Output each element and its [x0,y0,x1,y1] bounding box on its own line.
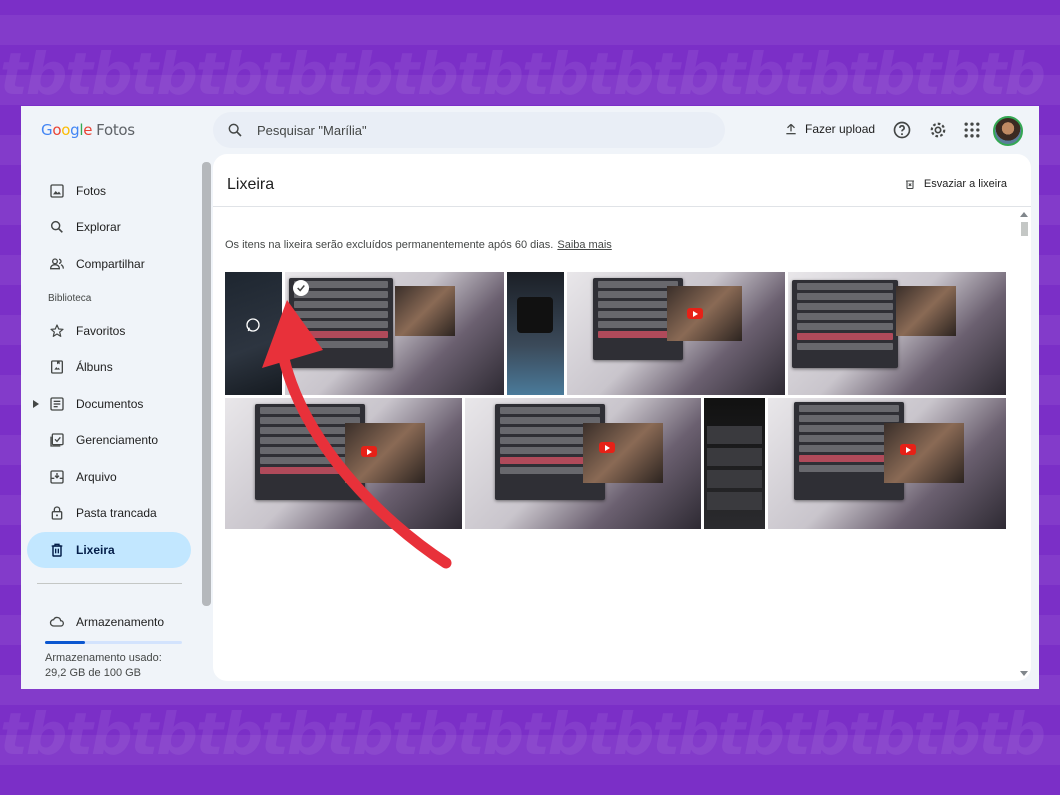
annotation-arrow [262,300,452,569]
